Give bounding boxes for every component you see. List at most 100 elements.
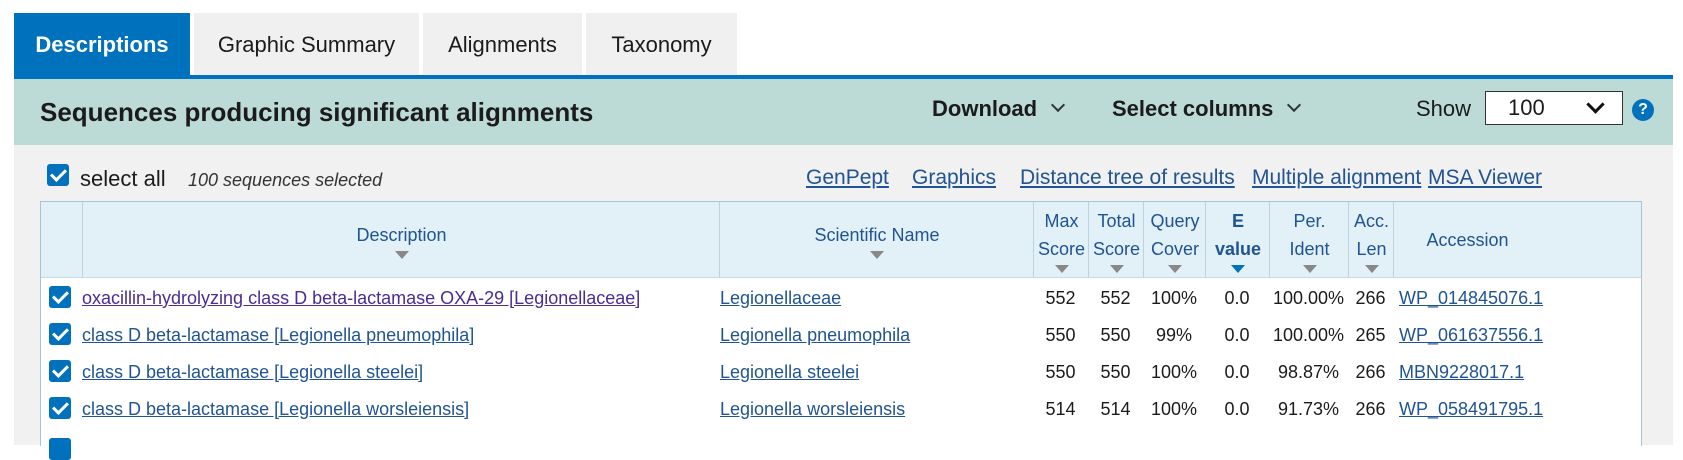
tab-descriptions[interactable]: Descriptions	[14, 13, 190, 76]
column-label: Score	[1037, 238, 1086, 259]
row-checkbox[interactable]	[49, 323, 71, 345]
column-e-value[interactable]: Evalue	[1205, 202, 1270, 277]
column-label: Ident	[1289, 238, 1330, 259]
column-query-cover[interactable]: Query Cover	[1143, 202, 1206, 277]
table-header: Description Scientific Name Max Score Tot…	[41, 202, 1641, 278]
total-score: 550	[1100, 325, 1131, 345]
e-value: 0.0	[1224, 362, 1250, 382]
query-cover: 99%	[1155, 325, 1193, 345]
description-link[interactable]: class D beta-lactamase [Legionella pneum…	[82, 325, 474, 346]
description-link[interactable]: class D beta-lactamase [Legionella steel…	[82, 362, 423, 383]
checkmark-icon	[52, 324, 69, 341]
select-all-checkbox[interactable]	[47, 164, 69, 186]
distance-tree-link[interactable]: Distance tree of results	[1020, 166, 1235, 190]
per-ident: 98.87%	[1277, 362, 1340, 382]
row-checkbox[interactable]	[49, 438, 71, 460]
e-value: 0.0	[1224, 288, 1250, 308]
sort-icon	[1231, 264, 1245, 273]
multiple-alignment-link[interactable]: Multiple alignment	[1252, 166, 1421, 190]
column-total-score[interactable]: Total Score	[1088, 202, 1144, 277]
sort-icon	[1109, 264, 1124, 273]
results-header: Sequences producing significant alignmen…	[14, 79, 1673, 145]
scientific-name-link[interactable]: Legionella worsleiensis	[720, 399, 905, 420]
acc-len: 266	[1355, 362, 1386, 382]
tab-taxonomy[interactable]: Taxonomy	[586, 13, 737, 76]
total-score: 514	[1100, 399, 1131, 419]
checkmark-icon	[52, 398, 69, 415]
descriptions-panel: select all 100 sequences selected GenPep…	[14, 145, 1673, 460]
checkmark-icon	[52, 361, 69, 378]
sort-icon	[1302, 264, 1317, 273]
column-label: Cover	[1150, 238, 1199, 259]
chevron-down-icon	[1287, 97, 1302, 113]
select-columns-menu[interactable]: Select columns	[1112, 96, 1302, 122]
column-description[interactable]: Description	[82, 202, 720, 277]
tab-graphic-summary[interactable]: Graphic Summary	[194, 13, 419, 76]
row-checkbox[interactable]	[49, 360, 71, 382]
sort-icon	[394, 250, 409, 259]
msa-viewer-link[interactable]: MSA Viewer	[1428, 166, 1542, 190]
sort-icon	[1364, 264, 1379, 273]
sort-icon	[1168, 264, 1182, 273]
accession-link[interactable]: WP_061637556.1	[1399, 325, 1543, 346]
scientific-name-link[interactable]: Legionellaceae	[720, 288, 841, 309]
accession-link[interactable]: WP_058491795.1	[1399, 399, 1543, 420]
description-link[interactable]: oxacillin-hydrolyzing class D beta-lacta…	[82, 288, 640, 309]
show-label: Show	[1416, 96, 1472, 121]
scientific-name-link[interactable]: Legionella steelei	[720, 362, 859, 383]
chevron-down-icon	[1586, 95, 1605, 114]
table-row: class D beta-lactamase [Legionella worsl…	[41, 391, 1641, 428]
query-cover: 100%	[1150, 288, 1198, 308]
table-row: class D beta-lactamase [Legionella steel…	[41, 354, 1641, 391]
column-per-ident[interactable]: Per. Ident	[1269, 202, 1349, 277]
column-scientific-name[interactable]: Scientific Name	[719, 202, 1034, 277]
row-checkbox[interactable]	[49, 397, 71, 419]
query-cover: 100%	[1150, 362, 1198, 382]
table-row: oxacillin-hydrolyzing class D beta-lacta…	[41, 280, 1641, 317]
column-label: Scientific Name	[814, 224, 940, 245]
column-label: Per.	[1293, 210, 1326, 231]
e-value: 0.0	[1224, 325, 1250, 345]
max-score: 514	[1045, 399, 1076, 419]
accession-link[interactable]: MBN9228017.1	[1399, 362, 1524, 383]
max-score: 552	[1045, 288, 1076, 308]
graphics-link[interactable]: Graphics	[912, 166, 996, 190]
chevron-down-icon	[1051, 97, 1066, 113]
selected-count: 100 sequences selected	[188, 170, 383, 190]
description-link[interactable]: class D beta-lactamase [Legionella worsl…	[82, 399, 469, 420]
column-acc-len[interactable]: Acc. Len	[1348, 202, 1394, 277]
column-label: Accession	[1426, 229, 1509, 250]
query-cover: 100%	[1150, 399, 1198, 419]
column-label: E	[1231, 210, 1244, 231]
max-score: 550	[1045, 325, 1076, 345]
show-count-value: 100	[1508, 95, 1545, 120]
sort-icon	[1054, 264, 1069, 273]
acc-len: 266	[1355, 288, 1386, 308]
select-columns-label: Select columns	[1112, 96, 1274, 121]
column-accession[interactable]: Accession	[1393, 202, 1541, 277]
total-score: 552	[1100, 288, 1131, 308]
column-max-score[interactable]: Max Score	[1033, 202, 1089, 277]
sort-icon	[870, 250, 884, 259]
max-score: 550	[1045, 362, 1076, 382]
checkmark-icon	[52, 287, 69, 304]
tab-label: Descriptions	[35, 31, 169, 57]
column-label: Query	[1150, 210, 1200, 231]
help-icon[interactable]: ?	[1632, 99, 1654, 121]
genpept-link[interactable]: GenPept	[806, 166, 889, 190]
column-label: Total	[1097, 210, 1136, 231]
results-table: Description Scientific Name Max Score Tot…	[40, 201, 1642, 460]
acc-len: 266	[1355, 399, 1386, 419]
row-checkbox[interactable]	[49, 286, 71, 308]
accession-link[interactable]: WP_014845076.1	[1399, 288, 1543, 309]
tab-label: Taxonomy	[611, 31, 712, 57]
per-ident: 100.00%	[1272, 288, 1345, 308]
column-label: value	[1214, 238, 1262, 259]
show-count-select[interactable]: 100	[1485, 91, 1623, 125]
download-menu[interactable]: Download	[932, 96, 1066, 122]
tab-alignments[interactable]: Alignments	[423, 13, 582, 76]
column-label: Description	[356, 224, 447, 245]
e-value: 0.0	[1224, 399, 1250, 419]
scientific-name-link[interactable]: Legionella pneumophila	[720, 325, 910, 346]
per-ident: 91.73%	[1277, 399, 1340, 419]
